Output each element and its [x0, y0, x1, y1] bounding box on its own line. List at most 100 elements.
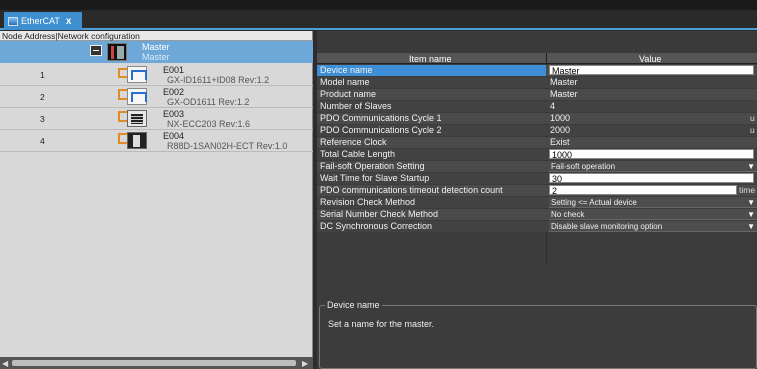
property-value: Master — [550, 77, 578, 88]
property-value-text: 1000 — [552, 150, 573, 160]
property-value-text: 2 — [552, 186, 558, 196]
dropdown-arrow-icon[interactable]: ▼ — [747, 161, 755, 172]
property-value-input[interactable]: 1000 — [549, 149, 754, 160]
property-value: 1000 — [550, 113, 570, 124]
property-row[interactable]: Model name Master — [317, 77, 757, 88]
property-row[interactable]: Fail-soft Operation Setting Fail-soft ope… — [317, 161, 757, 172]
window-titlebar — [0, 0, 757, 10]
property-value-input[interactable]: Master — [549, 65, 754, 76]
master-row[interactable]: Master Master — [0, 41, 313, 63]
node-name: E003 — [163, 109, 185, 119]
node-address: 1 — [40, 70, 45, 80]
column-header-item: Item name — [409, 54, 452, 64]
property-name: Number of Slaves — [320, 101, 392, 111]
tab-strip: EtherCAT x — [0, 10, 757, 30]
scroll-left-icon[interactable]: ◀ — [2, 359, 8, 368]
node-row-3[interactable]: 3 E003 NX-ECC203 Rev:1.6 — [0, 108, 313, 130]
property-value-select[interactable]: Fail-soft operation ▼ — [549, 161, 757, 172]
property-unit: u — [750, 113, 755, 123]
property-value-text: 1000 — [550, 113, 571, 123]
node-name: E004 — [163, 131, 185, 141]
property-row[interactable]: Revision Check Method Setting <= Actual d… — [317, 197, 757, 208]
property-name: Product name — [320, 89, 377, 99]
properties-toolbar — [317, 31, 757, 53]
property-row[interactable]: PDO Communications Cycle 2 2000 u — [317, 125, 757, 136]
servo-drive-icon — [127, 132, 147, 149]
property-value-input[interactable]: 2 — [549, 185, 737, 196]
property-value-select[interactable]: No check ▼ — [549, 209, 757, 220]
property-name: PDO Communications Cycle 2 — [320, 125, 442, 135]
property-name: PDO communications timeout detection cou… — [320, 185, 503, 195]
node-address: 4 — [40, 136, 45, 146]
property-value: 2000 — [550, 125, 570, 136]
property-value-text: Setting <= Actual device — [551, 198, 637, 207]
scrollbar-thumb[interactable] — [12, 360, 296, 366]
description-title: Device name — [325, 300, 382, 310]
column-separator[interactable] — [546, 53, 547, 64]
property-value-text: Master — [552, 66, 580, 76]
property-value-text: 4 — [550, 101, 556, 111]
property-row[interactable]: Device name Master — [317, 65, 757, 76]
property-value-input[interactable]: 30 — [549, 173, 754, 184]
ethercat-icon — [8, 16, 18, 26]
property-value-select[interactable]: Setting <= Actual device ▼ — [549, 197, 757, 208]
node-model: GX-OD1611 Rev:1.2 — [167, 97, 250, 107]
property-value-text: 2000 — [550, 125, 571, 135]
property-name: Reference Clock — [320, 137, 387, 147]
close-icon[interactable]: x — [66, 16, 72, 27]
property-name: PDO Communications Cycle 1 — [320, 113, 442, 123]
column-header-value: Value — [639, 54, 662, 64]
property-unit: time — [739, 185, 756, 195]
dropdown-arrow-icon[interactable]: ▼ — [747, 197, 755, 208]
property-name: Model name — [320, 77, 370, 87]
io-unit-icon — [127, 88, 147, 105]
node-model: NX-ECC203 Rev:1.6 — [167, 119, 251, 129]
panel-header: Node Address|Network configuration — [0, 31, 312, 41]
dropdown-arrow-icon[interactable]: ▼ — [747, 209, 755, 220]
description-text: Set a name for the master. — [328, 319, 435, 329]
property-row[interactable]: Total Cable Length 1000 — [317, 149, 757, 160]
node-name: E002 — [163, 87, 185, 97]
collapse-icon[interactable] — [90, 45, 102, 56]
description-box: Device name Set a name for the master. — [319, 300, 757, 369]
property-value-text: 30 — [552, 174, 563, 184]
node-model: GX-ID1611+ID08 Rev:1.2 — [167, 75, 270, 85]
property-name: Serial Number Check Method — [320, 209, 439, 219]
property-value-text: Exist — [550, 137, 570, 147]
node-address: 3 — [40, 114, 45, 124]
horizontal-scrollbar[interactable]: ◀ ▶ — [0, 357, 313, 369]
property-value: Exist — [550, 137, 570, 148]
master-device-icon — [107, 43, 127, 61]
property-row[interactable]: PDO communications timeout detection cou… — [317, 185, 757, 196]
property-value-text: Disable slave monitoring option — [551, 222, 663, 231]
coupler-unit-icon — [127, 110, 147, 127]
property-unit: u — [750, 125, 755, 135]
property-name: Total Cable Length — [320, 149, 396, 159]
master-model: Master — [142, 52, 170, 62]
scroll-right-icon[interactable]: ▶ — [302, 359, 308, 368]
property-row[interactable]: PDO Communications Cycle 1 1000 u — [317, 113, 757, 124]
property-row[interactable]: Product name Master — [317, 89, 757, 100]
property-value-select[interactable]: Disable slave monitoring option ▼ — [549, 221, 757, 232]
property-row[interactable]: Wait Time for Slave Startup 30 — [317, 173, 757, 184]
property-row[interactable]: Number of Slaves 4 — [317, 101, 757, 112]
property-name: DC Synchronous Correction — [320, 221, 433, 231]
node-name: E001 — [163, 65, 185, 75]
property-row[interactable]: DC Synchronous Correction Disable slave m… — [317, 221, 757, 232]
property-value: Master — [550, 89, 578, 100]
node-row-4[interactable]: 4 E004 R88D-1SAN02H-ECT Rev:1.0 — [0, 130, 313, 152]
property-value-text: Master — [550, 77, 578, 87]
tab-ethercat[interactable]: EtherCAT x — [4, 12, 82, 30]
dropdown-arrow-icon[interactable]: ▼ — [747, 221, 755, 232]
property-name: Wait Time for Slave Startup — [320, 173, 430, 183]
tab-label: EtherCAT — [21, 16, 60, 26]
node-row-2[interactable]: 2 E002 GX-OD1611 Rev:1.2 — [0, 86, 313, 108]
node-row-1[interactable]: 1 E001 GX-ID1611+ID08 Rev:1.2 — [0, 64, 313, 86]
node-address: 2 — [40, 92, 45, 102]
property-row[interactable]: Serial Number Check Method No check ▼ — [317, 209, 757, 220]
properties-panel: Item name Value Device name Master Model n… — [317, 31, 757, 369]
master-name: Master — [142, 42, 170, 52]
property-row[interactable]: Reference Clock Exist — [317, 137, 757, 148]
property-value-text: No check — [551, 210, 585, 219]
property-name: Revision Check Method — [320, 197, 416, 207]
